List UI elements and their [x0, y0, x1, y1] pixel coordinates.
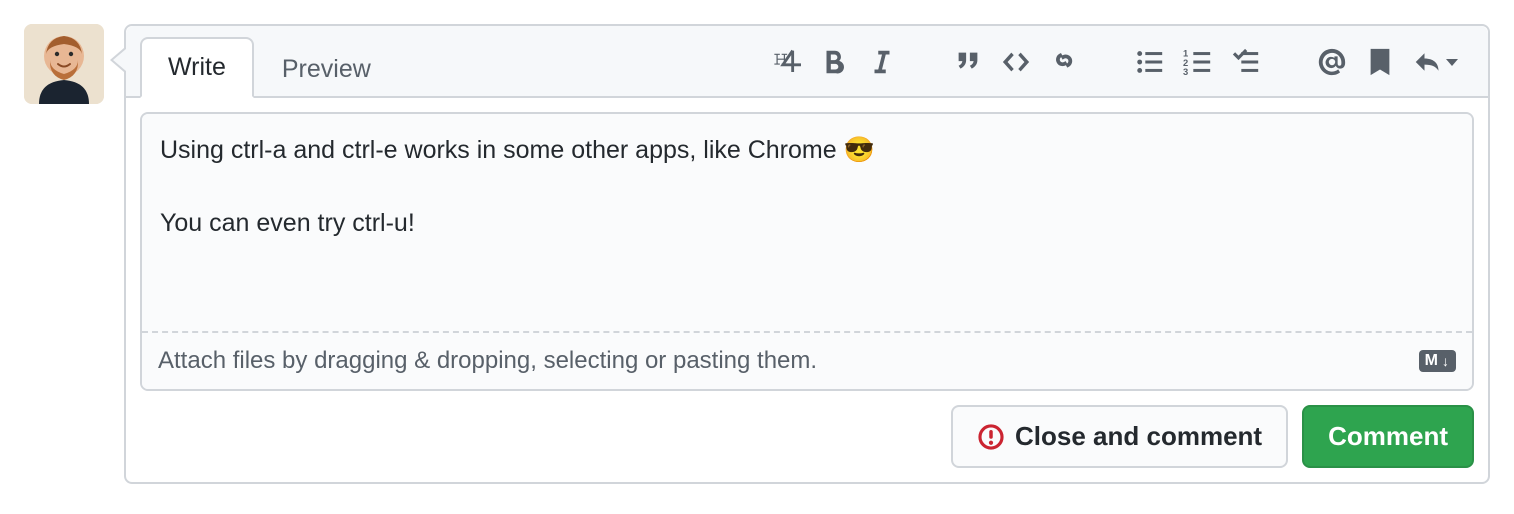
task-list-icon[interactable] — [1226, 42, 1266, 82]
mention-icon[interactable] — [1312, 42, 1352, 82]
ordered-list-icon[interactable]: 123 — [1178, 42, 1218, 82]
user-avatar[interactable] — [24, 24, 104, 104]
italic-icon[interactable] — [862, 42, 902, 82]
comment-button-label: Comment — [1328, 421, 1448, 452]
tab-write[interactable]: Write — [140, 37, 254, 98]
unordered-list-icon[interactable] — [1130, 42, 1170, 82]
avatar-image — [24, 24, 104, 104]
attach-files-hint[interactable]: Attach files by dragging & dropping, sel… — [142, 331, 1472, 389]
tab-nav: Write Preview — [126, 26, 1488, 98]
issue-closed-icon — [977, 423, 1005, 451]
link-icon[interactable] — [1044, 42, 1084, 82]
close-button-label: Close and comment — [1015, 421, 1262, 452]
attach-hint-text: Attach files by dragging & dropping, sel… — [158, 347, 817, 375]
comment-textarea-wrap: Using ctrl-a and ctrl-e works in some ot… — [140, 112, 1474, 391]
chevron-down-icon — [1446, 59, 1458, 66]
markdown-toolbar: 123 — [766, 42, 1474, 96]
svg-text:3: 3 — [1183, 67, 1188, 77]
comment-form: Write Preview — [24, 24, 1490, 484]
close-and-comment-button[interactable]: Close and comment — [951, 405, 1288, 468]
form-actions: Close and comment Comment — [126, 391, 1488, 482]
reference-icon[interactable] — [1360, 42, 1400, 82]
bold-icon[interactable] — [814, 42, 854, 82]
comment-box: Write Preview — [124, 24, 1490, 484]
code-icon[interactable] — [996, 42, 1036, 82]
tab-preview[interactable]: Preview — [254, 39, 399, 98]
comment-textarea[interactable]: Using ctrl-a and ctrl-e works in some ot… — [142, 114, 1472, 331]
reply-icon[interactable] — [1408, 42, 1464, 82]
quote-icon[interactable] — [948, 42, 988, 82]
resize-handle[interactable] — [1450, 309, 1468, 327]
comment-button[interactable]: Comment — [1302, 405, 1474, 468]
heading-icon[interactable] — [766, 42, 806, 82]
